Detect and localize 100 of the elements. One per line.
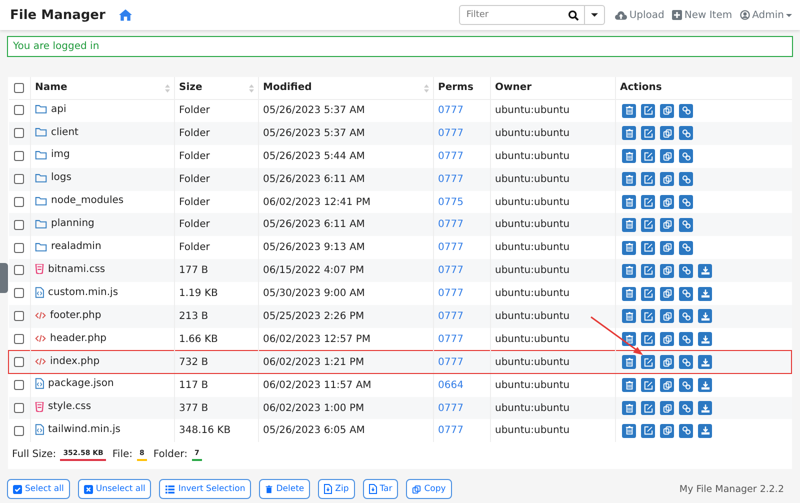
nav-link[interactable]: Upload [615,10,664,20]
delete-icon[interactable] [622,401,636,416]
search-icon[interactable] [568,10,580,20]
perms-link[interactable]: 0664 [438,380,464,391]
row-checkbox[interactable] [14,128,24,138]
download-icon[interactable] [698,286,712,301]
delete-icon[interactable] [622,309,636,324]
file-name-link[interactable]: package.json [48,378,114,390]
action-button[interactable]: Copy [406,479,452,500]
edit-icon[interactable] [641,240,655,255]
file-name-link[interactable]: tailwind.min.js [48,424,120,435]
link-icon[interactable] [679,240,693,255]
link-icon[interactable] [679,172,693,186]
edit-icon[interactable] [641,264,655,278]
row-checkbox[interactable] [14,265,24,276]
column-header[interactable]: Owner [495,82,532,94]
delete-icon[interactable] [622,126,636,140]
file-name-link[interactable]: node_modules [51,195,124,206]
edit-icon[interactable] [641,401,655,416]
link-icon[interactable] [679,401,693,416]
delete-icon[interactable] [622,378,636,392]
row-checkbox[interactable] [14,288,24,298]
perms-link[interactable]: 0777 [438,265,464,276]
perms-link[interactable]: 0775 [438,196,464,208]
delete-icon[interactable] [622,195,636,209]
download-icon[interactable] [698,424,712,438]
action-button[interactable]: Unselect all [78,479,152,500]
row-checkbox[interactable] [14,380,24,390]
edit-icon[interactable] [641,424,655,438]
file-name-link[interactable]: realadmin [51,241,102,252]
file-name-link[interactable]: index.php [50,356,100,367]
file-name-link[interactable]: style.css [48,401,92,412]
row-checkbox[interactable] [14,242,24,253]
download-icon[interactable] [698,378,712,392]
delete-icon[interactable] [622,240,636,255]
row-checkbox[interactable] [14,426,24,436]
copy-icon[interactable] [660,218,674,232]
row-checkbox[interactable] [14,174,24,184]
link-icon[interactable] [679,149,693,164]
edit-icon[interactable] [641,309,655,324]
action-button[interactable]: Delete [259,479,310,500]
side-panel-handle[interactable] [0,263,8,293]
copy-icon[interactable] [660,126,674,140]
row-checkbox[interactable] [14,196,24,207]
file-name-link[interactable]: header.php [50,332,107,344]
column-header[interactable]: Name [35,82,68,94]
copy-icon[interactable] [660,240,674,255]
action-button[interactable]: Tar [362,479,398,500]
row-checkbox[interactable] [14,334,24,344]
delete-icon[interactable] [622,332,636,346]
file-name-link[interactable]: img [51,149,70,160]
row-checkbox[interactable] [14,220,24,230]
perms-link[interactable]: 0777 [438,105,464,116]
file-name-link[interactable]: api [51,104,66,115]
file-name-link[interactable]: custom.min.js [48,286,118,298]
perms-link[interactable]: 0777 [438,128,464,139]
column-header[interactable]: Actions [620,82,662,94]
download-icon[interactable] [698,401,712,416]
copy-icon[interactable] [660,172,674,186]
edit-icon[interactable] [641,378,655,392]
link-icon[interactable] [679,378,693,392]
nav-link[interactable]: Admin [740,10,792,20]
file-name-link[interactable]: footer.php [50,310,102,321]
edit-icon[interactable] [641,126,655,140]
file-name-link[interactable]: logs [51,172,72,184]
perms-link[interactable]: 0777 [438,174,464,185]
copy-icon[interactable] [660,355,674,370]
link-icon[interactable] [679,218,693,232]
copy-icon[interactable] [660,378,674,392]
edit-icon[interactable] [641,218,655,232]
row-checkbox[interactable] [14,311,24,322]
link-icon[interactable] [679,286,693,301]
file-name-link[interactable]: planning [51,218,94,230]
filter-field[interactable]: Filter [459,5,586,25]
row-checkbox[interactable] [14,105,24,116]
copy-icon[interactable] [660,286,674,301]
action-button[interactable]: Zip [318,479,355,500]
filter-dropdown-button[interactable] [585,5,606,25]
file-name-link[interactable]: bitnami.css [48,264,106,275]
delete-icon[interactable] [622,286,636,301]
link-icon[interactable] [679,126,693,140]
delete-icon[interactable] [622,149,636,164]
copy-icon[interactable] [660,195,674,209]
delete-icon[interactable] [622,264,636,278]
download-icon[interactable] [698,264,712,278]
perms-link[interactable]: 0777 [438,288,464,300]
copy-icon[interactable] [660,424,674,438]
select-all-checkbox[interactable] [14,82,24,93]
row-checkbox[interactable] [14,357,24,367]
link-icon[interactable] [679,355,693,370]
link-icon[interactable] [679,332,693,346]
edit-icon[interactable] [641,172,655,186]
edit-icon[interactable] [641,195,655,209]
link-icon[interactable] [679,104,693,118]
link-icon[interactable] [679,309,693,324]
file-name-link[interactable]: client [51,126,78,138]
download-icon[interactable] [698,355,712,370]
column-header[interactable]: Size [179,82,202,94]
perms-link[interactable]: 0777 [438,310,464,322]
action-button[interactable]: Invert Selection [159,479,252,500]
